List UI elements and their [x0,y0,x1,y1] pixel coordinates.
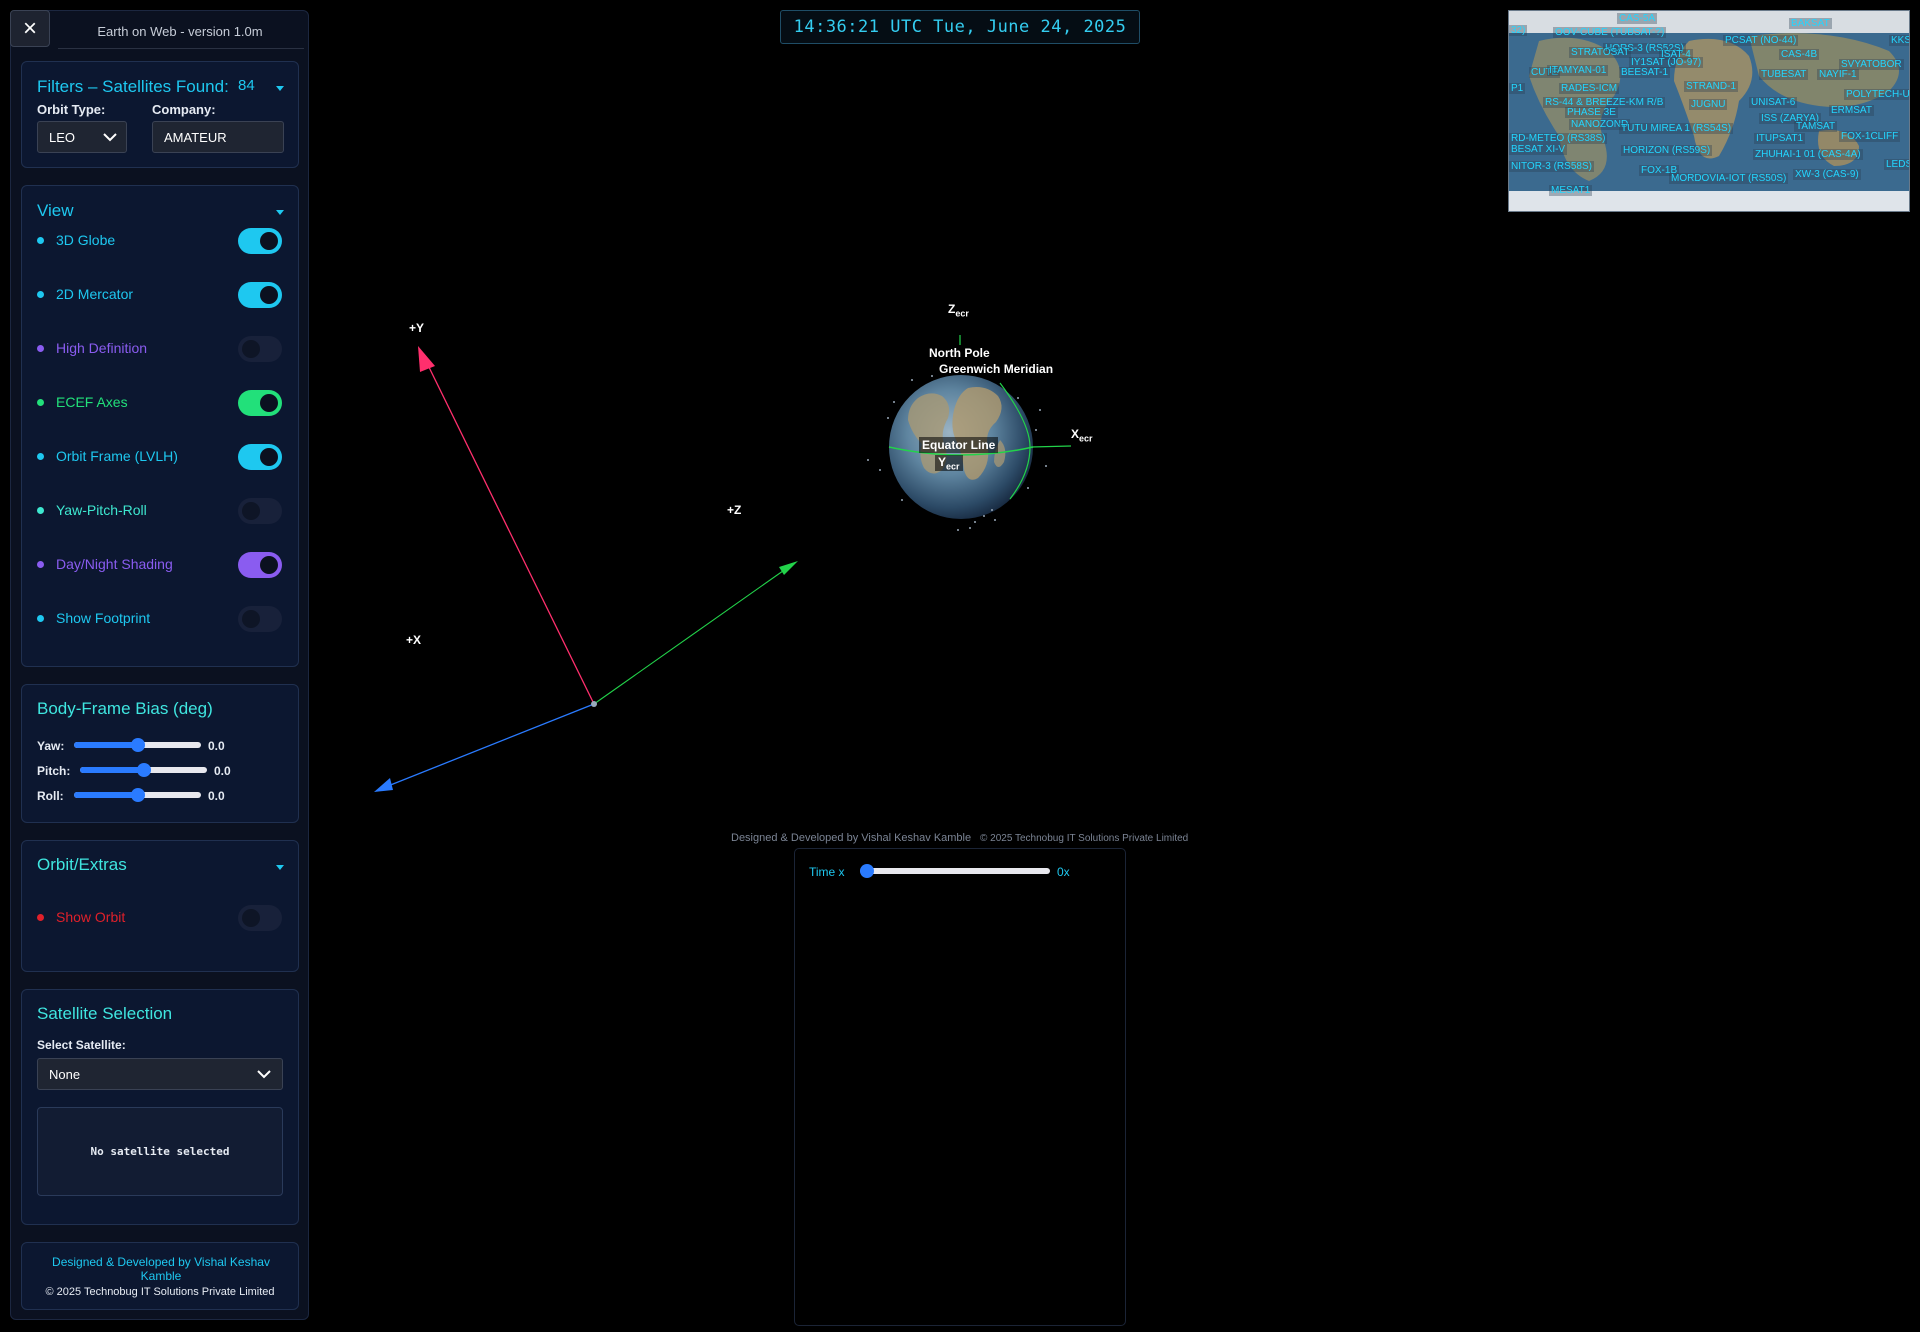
lvlh-z-label: +Z [727,503,742,517]
time-slider-thumb[interactable] [860,864,874,878]
x-axis-arrowhead [374,778,393,792]
y-ecr-letter: Y [938,455,947,469]
equator-label: Equator Line [919,437,999,453]
x-ecr-label: Xecr [1071,427,1093,443]
minimap-satellite-label[interactable]: BESAT XI-V [1509,144,1568,155]
minimap-satellite-label[interactable]: TUBESAT [1759,69,1809,80]
minimap-satellite-label[interactable]: POLYTECH-UNIV [1844,89,1909,100]
minimap-satellite-label[interactable]: STRATOSAT [1569,47,1632,58]
minimap-satellite-label[interactable]: KKS [1889,35,1909,46]
minimap-satellite-label[interactable]: CAS-5A [1617,13,1658,24]
minimap-satellite-label[interactable]: FOX-1CLIFF [1839,131,1901,142]
minimap-satellite-label[interactable]: ITAMYAN-01 [1547,65,1609,76]
time-speed-slider[interactable] [860,864,1050,878]
mercator-minimap[interactable]: CAS-5A BAKSAT KKS 32) OOV-CUBE (TUBSAT-?) PCS… [1508,10,1910,212]
x-ecr-letter: X [1071,427,1080,441]
satellite-marker[interactable] [591,701,597,707]
x-ecr-sub: ecr [1079,433,1093,444]
z-ecr-sub: ecr [955,308,969,319]
scene-credit: Designed & Developed by Vishal Keshav Ka… [731,832,972,844]
z-ecr-label: Zecr [948,302,969,318]
north-pole-label: North Pole [929,346,990,360]
lvlh-x-label: +X [406,633,422,647]
greenwich-label: Greenwich Meridian [939,362,1054,376]
minimap-satellite-label[interactable]: NITOR-3 (RS58S) [1509,161,1594,172]
minimap-satellite-label[interactable]: BAKSAT [1789,18,1832,29]
time-label: Time x [809,865,845,879]
minimap-satellite-label[interactable]: BEESAT-1 [1619,67,1671,78]
minimap-satellite-label[interactable]: P1 [1509,83,1526,94]
minimap-satellite-label[interactable]: MORDOVIA-IOT (RS50S) [1669,173,1789,184]
minimap-satellite-label[interactable]: ERMSAT [1829,105,1874,116]
minimap-satellite-label[interactable]: ITUPSAT1 [1754,133,1806,144]
minimap-satellite-label[interactable]: RADES-ICM [1559,83,1620,94]
y-ecr-sub: ecr [946,461,960,472]
z-axis-line [593,565,791,705]
time-control-panel: Time x 0x [794,848,1126,1326]
minimap-satellite-label[interactable]: NAYIF-1 [1817,69,1859,80]
minimap-satellite-label[interactable]: RD-METEO (RS38S) [1509,133,1608,144]
minimap-satellite-label[interactable]: JUGNU [1689,99,1728,110]
y-ecr-label: Yecr [935,455,963,472]
minimap-satellite-label[interactable]: 32) [1509,25,1528,36]
minimap-satellite-label[interactable]: CAS-4B [1779,49,1820,60]
minimap-satellite-label[interactable]: PCSAT (NO-44) [1723,35,1799,46]
minimap-satellite-label[interactable]: LEDS [1884,159,1909,170]
minimap-satellite-label[interactable]: STRAND-1 [1684,81,1739,92]
minimap-satellite-label[interactable]: MESAT1 [1549,185,1593,196]
minimap-satellite-label[interactable]: UNISAT-6 [1749,97,1798,108]
minimap-satellite-label[interactable]: TUTU MIREA 1 (RS54S) [1619,123,1734,134]
minimap-satellite-label[interactable]: XW-3 (CAS-9) [1793,169,1861,180]
y-axis-line [423,356,595,705]
minimap-satellite-label[interactable]: HORIZON (RS59S) [1621,145,1713,156]
x-axis-line [387,703,595,787]
scene-copyright: © 2025 Technobug IT Solutions Private Li… [980,833,1189,844]
time-value: 0x [1057,865,1070,879]
z-axis-arrowhead [779,561,798,575]
minimap-satellite-label[interactable]: ZHUHAI-1 01 (CAS-4A) [1753,149,1863,160]
minimap-satellite-label[interactable]: IY1SAT (JO-97) [1629,57,1704,68]
minimap-satellite-label[interactable]: PHASE 3E [1565,107,1618,118]
y-axis-arrowhead [418,346,435,372]
minimap-satellite-label[interactable]: OOV-CUBE (TUBSAT-?) [1553,27,1667,38]
lvlh-y-label: +Y [409,321,425,335]
minimap-satellite-label[interactable]: TAMSAT [1794,121,1838,132]
